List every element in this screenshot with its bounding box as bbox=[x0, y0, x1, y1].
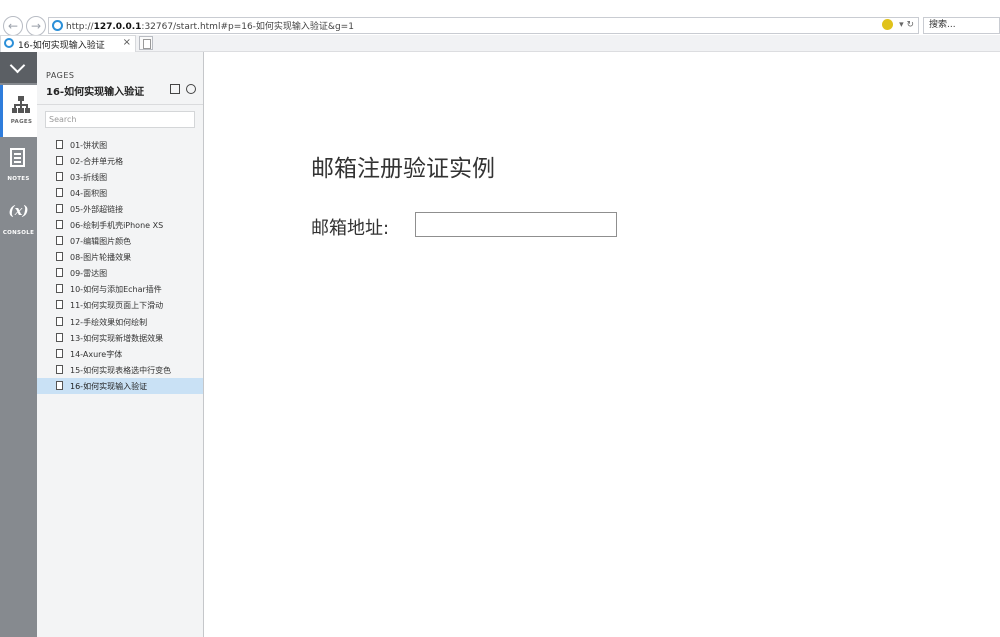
open-external-icon[interactable] bbox=[170, 84, 180, 94]
compatibility-icon[interactable] bbox=[882, 19, 893, 30]
page-label: 01-饼状图 bbox=[70, 140, 107, 151]
link-icon[interactable] bbox=[186, 84, 196, 94]
page-list-item[interactable]: 04-面积图 bbox=[37, 185, 203, 201]
arrow-left-icon: ← bbox=[8, 19, 18, 33]
email-label: 邮箱地址: bbox=[311, 214, 389, 240]
divider bbox=[37, 104, 203, 105]
rail-pages-button[interactable]: PAGES bbox=[0, 85, 37, 137]
page-label: 07-编辑图片颜色 bbox=[70, 236, 131, 247]
page-list-item[interactable]: 05-外部超链接 bbox=[37, 201, 203, 217]
page-list-item[interactable]: 08-图片轮播效果 bbox=[37, 249, 203, 265]
url-text: http://127.0.0.1:32767/start.html#p=16-如… bbox=[66, 19, 354, 32]
page-icon bbox=[56, 172, 63, 181]
icon-rail: PAGES NOTES (x) CONSOLE bbox=[0, 52, 37, 637]
page-icon bbox=[56, 381, 63, 390]
page-icon bbox=[56, 220, 63, 229]
page-icon bbox=[56, 140, 63, 149]
page-label: 06-绘制手机壳iPhone XS bbox=[70, 220, 163, 231]
page-icon bbox=[56, 349, 63, 358]
page-label: 05-外部超链接 bbox=[70, 204, 123, 215]
page-list-item[interactable]: 10-如何与添加Echar插件 bbox=[37, 281, 203, 297]
panel-header: PAGES bbox=[46, 71, 74, 80]
page-icon bbox=[56, 156, 63, 165]
ie-icon bbox=[4, 38, 14, 48]
page-label: 09-雷达图 bbox=[70, 268, 107, 279]
rail-pages-label: PAGES bbox=[3, 119, 40, 125]
ie-icon bbox=[52, 20, 63, 31]
page-list-item[interactable]: 09-雷达图 bbox=[37, 265, 203, 281]
page-list-item[interactable]: 01-饼状图 bbox=[37, 137, 203, 153]
page-icon bbox=[56, 268, 63, 277]
page-list-item[interactable]: 13-如何实现新增数据效果 bbox=[37, 330, 203, 346]
browser-address-bar: ← → http://127.0.0.1:32767/start.html#p=… bbox=[0, 0, 1000, 34]
page-list: 01-饼状图 02-合并单元格 03-折线图 04-面积图 05-外部超链接 06-绘制手… bbox=[37, 137, 203, 394]
email-input[interactable] bbox=[415, 212, 617, 237]
page-icon bbox=[56, 365, 63, 374]
new-tab-button[interactable] bbox=[139, 36, 153, 50]
url-controls[interactable]: ▾ ↻ bbox=[882, 19, 914, 30]
panel-title: 16-如何实现输入验证 bbox=[46, 83, 144, 98]
page-label: 15-如何实现表格选中行变色 bbox=[70, 365, 171, 376]
page-label: 12-手绘效果如何绘制 bbox=[70, 317, 147, 328]
page-label: 08-图片轮播效果 bbox=[70, 252, 131, 263]
page-label: 03-折线图 bbox=[70, 172, 107, 183]
page-label: 04-面积图 bbox=[70, 188, 107, 199]
page-icon bbox=[56, 284, 63, 293]
chevron-down-icon bbox=[10, 58, 26, 74]
page-label: 13-如何实现新增数据效果 bbox=[70, 333, 163, 344]
page-label: 02-合并单元格 bbox=[70, 156, 123, 167]
sitemap-icon bbox=[12, 96, 30, 113]
rail-notes-label: NOTES bbox=[0, 176, 37, 182]
variable-icon: (x) bbox=[0, 204, 37, 219]
browser-search-field[interactable]: 搜索... bbox=[923, 17, 1000, 34]
page-list-item[interactable]: 14-Axure字体 bbox=[37, 346, 203, 362]
page-label: 16-如何实现输入验证 bbox=[70, 381, 147, 392]
arrow-right-icon: → bbox=[31, 19, 41, 33]
page-icon bbox=[56, 317, 63, 326]
forward-button[interactable]: → bbox=[26, 16, 46, 36]
page-icon bbox=[56, 236, 63, 245]
url-field[interactable]: http://127.0.0.1:32767/start.html#p=16-如… bbox=[48, 17, 919, 34]
refresh-icon[interactable]: ▾ ↻ bbox=[899, 20, 914, 30]
pages-panel: PAGES 16-如何实现输入验证 01-饼状图 02-合并单元格 03-折线图 04… bbox=[37, 52, 204, 637]
prototype-canvas: 邮箱注册验证实例 邮箱地址: bbox=[204, 52, 1000, 637]
rail-notes-button[interactable]: NOTES bbox=[0, 142, 37, 194]
back-button[interactable]: ← bbox=[3, 16, 23, 36]
page-label: 14-Axure字体 bbox=[70, 349, 122, 360]
rail-console-button[interactable]: (x) CONSOLE bbox=[0, 196, 37, 248]
browser-tab[interactable]: 16-如何实现输入验证 × bbox=[0, 35, 136, 52]
tab-bar: 16-如何实现输入验证 × bbox=[0, 35, 1000, 52]
page-title: 邮箱注册验证实例 bbox=[311, 149, 495, 183]
page-list-item[interactable]: 03-折线图 bbox=[37, 169, 203, 185]
page-list-item[interactable]: 16-如何实现输入验证 bbox=[37, 378, 203, 394]
notes-icon bbox=[10, 148, 25, 167]
page-icon bbox=[56, 333, 63, 342]
tab-title: 16-如何实现输入验证 bbox=[18, 38, 105, 51]
page-icon bbox=[56, 300, 63, 309]
page-icon bbox=[56, 252, 63, 261]
page-list-item[interactable]: 06-绘制手机壳iPhone XS bbox=[37, 217, 203, 233]
page-label: 11-如何实现页面上下滑动 bbox=[70, 300, 163, 311]
page-list-item[interactable]: 07-编辑图片颜色 bbox=[37, 233, 203, 249]
page-icon bbox=[56, 188, 63, 197]
collapse-toggle[interactable] bbox=[0, 52, 37, 83]
page-list-item[interactable]: 15-如何实现表格选中行变色 bbox=[37, 362, 203, 378]
page-list-item[interactable]: 12-手绘效果如何绘制 bbox=[37, 314, 203, 330]
page-list-item[interactable]: 11-如何实现页面上下滑动 bbox=[37, 297, 203, 313]
rail-console-label: CONSOLE bbox=[0, 230, 37, 236]
tab-close-button[interactable]: × bbox=[123, 37, 131, 48]
page-search-input[interactable] bbox=[45, 111, 195, 128]
page-list-item[interactable]: 02-合并单元格 bbox=[37, 153, 203, 169]
page-icon bbox=[56, 204, 63, 213]
page-label: 10-如何与添加Echar插件 bbox=[70, 284, 162, 295]
